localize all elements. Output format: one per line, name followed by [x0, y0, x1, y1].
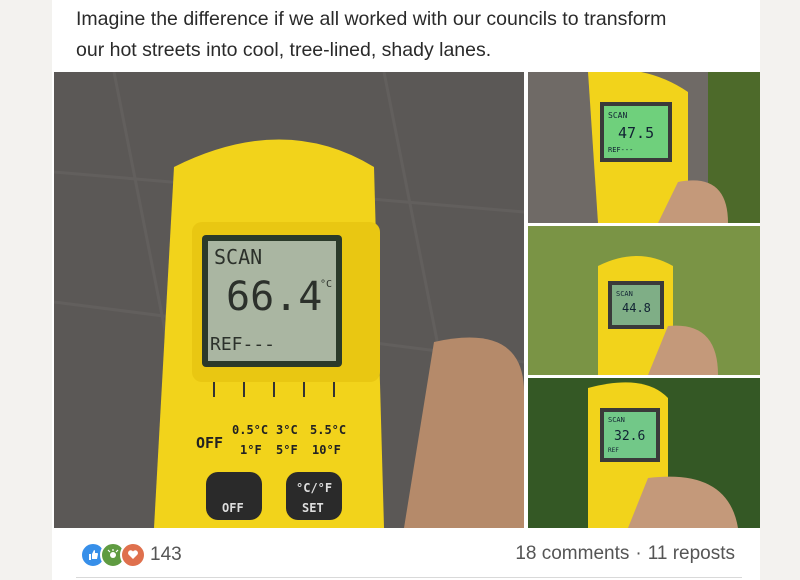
- main-key-off: OFF: [222, 501, 244, 515]
- thumbnail-grass[interactable]: SCAN 44.8: [528, 226, 760, 375]
- love-reaction-icon: [120, 542, 146, 568]
- separator-dot: ·: [635, 543, 642, 564]
- thumb2-mode: SCAN: [616, 290, 633, 298]
- thumb3-reading: 32.6: [614, 429, 645, 444]
- thumb3-ref: REF: [608, 447, 619, 454]
- main-label-3c: 3°C: [276, 423, 298, 437]
- post-text-line-1: Imagine the difference if we all worked …: [76, 8, 667, 30]
- thumb3-mode: SCAN: [608, 416, 625, 424]
- reactions-summary[interactable]: 143: [80, 542, 182, 568]
- main-label-10f: 10°F: [312, 443, 341, 457]
- post-text: Imagine the difference if we all worked …: [76, 4, 756, 66]
- post-text-line-2: our hot streets into cool, tree-lined, s…: [76, 39, 492, 61]
- reposts-link[interactable]: 11 reposts: [648, 543, 735, 565]
- thumbnail-asphalt[interactable]: SCAN 47.5 REF---: [528, 72, 760, 223]
- thumb1-reading: 47.5: [618, 124, 654, 142]
- main-key-set: SET: [302, 501, 324, 515]
- main-lcd-unit: °C: [320, 279, 332, 290]
- footer-divider: [76, 577, 742, 578]
- main-lcd-ref: REF---: [210, 334, 275, 355]
- thumb1-mode: SCAN: [608, 111, 627, 120]
- thumb1-ref: REF---: [608, 146, 633, 154]
- thumb2-reading: 44.8: [622, 301, 651, 315]
- comments-link[interactable]: 18 comments: [515, 543, 629, 565]
- thumbnail-ground-cover[interactable]: SCAN 32.6 REF: [528, 378, 760, 528]
- main-label-55c: 5.5°C: [310, 423, 346, 437]
- main-lcd-mode: SCAN: [214, 245, 262, 269]
- main-label-off: OFF: [196, 434, 223, 452]
- main-label-5f: 5°F: [276, 443, 298, 457]
- reaction-count[interactable]: 143: [150, 544, 182, 566]
- main-label-05c: 0.5°C: [232, 423, 268, 437]
- main-lcd-reading: 66.4: [226, 274, 322, 320]
- main-label-1f: 1°F: [240, 443, 262, 457]
- main-photo[interactable]: SCAN 66.4 °C REF--- OFF 0.5°C 1°F 3°C 5°…: [54, 72, 524, 528]
- social-counts: 18 comments · 11 reposts: [515, 543, 735, 565]
- main-key-unit: °C/°F: [296, 481, 332, 495]
